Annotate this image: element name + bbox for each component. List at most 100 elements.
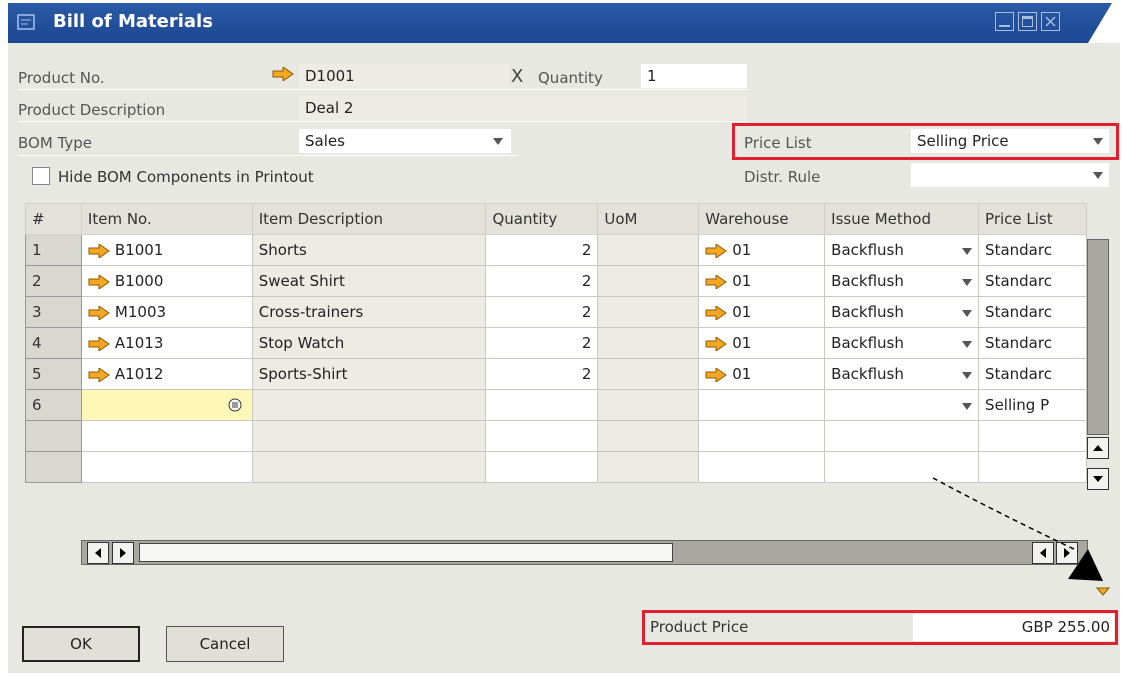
dropdown-icon[interactable]: [962, 341, 973, 348]
col-header-warehouse[interactable]: Warehouse: [698, 203, 826, 235]
table-row[interactable]: 3 M1003 Cross-trainers 2 01 Backflush Standarc: [25, 296, 1087, 328]
quantity-cell[interactable]: [485, 451, 599, 483]
warehouse-cell[interactable]: [698, 389, 826, 421]
dropdown-icon[interactable]: [962, 310, 973, 317]
uom-cell[interactable]: [597, 451, 700, 483]
scroll-left-icon[interactable]: [87, 542, 109, 564]
item-no-cell[interactable]: A1012: [80, 358, 253, 390]
row-number[interactable]: 3: [25, 296, 82, 328]
col-header-uom[interactable]: UoM: [597, 203, 700, 235]
warehouse-cell[interactable]: 01: [698, 358, 826, 390]
dropdown-icon[interactable]: [1093, 172, 1103, 179]
item-no-cell[interactable]: A1013: [80, 327, 253, 359]
warehouse-cell[interactable]: 01: [698, 327, 826, 359]
warehouse-cell[interactable]: [698, 451, 826, 483]
scroll-right-icon[interactable]: [112, 542, 134, 564]
link-arrow-icon[interactable]: [88, 335, 110, 352]
row-number[interactable]: [25, 451, 82, 483]
row-number[interactable]: [25, 420, 82, 452]
quantity-cell[interactable]: 2: [485, 296, 599, 328]
table-row[interactable]: 6 Selling P: [25, 389, 1087, 421]
price-list-cell[interactable]: Standarc: [978, 296, 1087, 328]
link-arrow-icon[interactable]: [705, 335, 728, 352]
quantity-cell[interactable]: 2: [485, 358, 599, 390]
dropdown-icon[interactable]: [493, 138, 503, 145]
link-arrow-icon[interactable]: [88, 366, 110, 383]
link-arrow-icon[interactable]: [705, 304, 728, 321]
uom-cell[interactable]: [597, 327, 700, 359]
item-description-cell[interactable]: Sports-Shirt: [251, 358, 487, 390]
maximize-icon[interactable]: [1018, 12, 1037, 31]
dropdown-icon[interactable]: [962, 403, 973, 410]
uom-cell[interactable]: [597, 296, 700, 328]
issue-method-cell[interactable]: Backflush: [824, 296, 980, 328]
row-number[interactable]: 1: [25, 234, 82, 266]
hide-bom-checkbox[interactable]: [32, 167, 50, 185]
row-number[interactable]: 4: [25, 327, 82, 359]
warehouse-cell[interactable]: 01: [698, 265, 826, 297]
row-number[interactable]: 6: [25, 389, 82, 421]
issue-method-cell[interactable]: Backflush: [824, 327, 980, 359]
dropdown-icon[interactable]: [962, 248, 973, 255]
quantity-cell[interactable]: 2: [485, 327, 599, 359]
issue-method-cell[interactable]: Backflush: [824, 234, 980, 266]
warehouse-cell[interactable]: 01: [698, 296, 826, 328]
col-header-issue-method[interactable]: Issue Method: [824, 203, 980, 235]
col-header-item-no[interactable]: Item No.: [80, 203, 253, 235]
link-arrow-icon[interactable]: [705, 242, 728, 259]
quantity-cell[interactable]: [485, 420, 599, 452]
vertical-scroll-track[interactable]: [1087, 239, 1109, 435]
uom-cell[interactable]: [597, 358, 700, 390]
bom-type-select[interactable]: Sales: [299, 129, 511, 153]
item-description-cell[interactable]: Shorts: [251, 234, 487, 266]
table-row[interactable]: 4 A1013 Stop Watch 2 01 Backflush Standarc: [25, 327, 1087, 359]
item-no-cell[interactable]: B1001: [80, 234, 253, 266]
item-description-cell[interactable]: Sweat Shirt: [251, 265, 487, 297]
dropdown-icon[interactable]: [962, 279, 973, 286]
price-list-cell[interactable]: Standarc: [978, 358, 1087, 390]
col-header-price-list[interactable]: Price List: [978, 203, 1087, 235]
table-row[interactable]: 2 B1000 Sweat Shirt 2 01 Backflush Standarc: [25, 265, 1087, 297]
col-header-item-description[interactable]: Item Description: [251, 203, 487, 235]
warehouse-cell[interactable]: 01: [698, 234, 826, 266]
uom-cell[interactable]: [597, 420, 700, 452]
quantity-cell[interactable]: 2: [485, 265, 599, 297]
list-choose-icon[interactable]: [228, 398, 242, 412]
price-list-cell[interactable]: Selling P: [978, 389, 1087, 421]
title-bar[interactable]: Bill of Materials: [8, 3, 1120, 43]
item-no-cell[interactable]: [80, 420, 253, 452]
product-no-field[interactable]: D1001: [299, 64, 509, 88]
link-arrow-icon[interactable]: [272, 67, 294, 81]
issue-method-cell[interactable]: Backflush: [824, 358, 980, 390]
link-arrow-icon[interactable]: [705, 273, 728, 290]
scroll-up-icon[interactable]: [1087, 437, 1109, 459]
vertical-scrollbar[interactable]: [1087, 239, 1109, 499]
issue-method-cell[interactable]: [824, 420, 980, 452]
uom-cell[interactable]: [597, 234, 700, 266]
row-number[interactable]: 5: [25, 358, 82, 390]
close-icon[interactable]: [1041, 12, 1060, 31]
item-description-cell[interactable]: [251, 451, 487, 483]
price-list-cell[interactable]: Standarc: [978, 234, 1087, 266]
issue-method-cell[interactable]: [824, 389, 980, 421]
table-row[interactable]: [25, 420, 1087, 452]
minimize-icon[interactable]: [995, 12, 1014, 31]
quantity-field[interactable]: 1: [641, 64, 747, 88]
item-no-cell[interactable]: B1000: [80, 265, 253, 297]
quantity-cell[interactable]: [485, 389, 599, 421]
dropdown-icon[interactable]: [962, 372, 973, 379]
uom-cell[interactable]: [597, 389, 700, 421]
item-description-cell[interactable]: Stop Watch: [251, 327, 487, 359]
price-list-cell[interactable]: Standarc: [978, 327, 1087, 359]
item-description-cell[interactable]: [251, 420, 487, 452]
ok-button[interactable]: OK: [22, 626, 140, 662]
uom-cell[interactable]: [597, 265, 700, 297]
item-no-cell[interactable]: [80, 389, 253, 421]
table-row[interactable]: 5 A1012 Sports-Shirt 2 01 Backflush Standarc: [25, 358, 1087, 390]
row-number[interactable]: 2: [25, 265, 82, 297]
item-no-cell[interactable]: M1003: [80, 296, 253, 328]
distr-rule-select[interactable]: [911, 163, 1109, 187]
expand-arrow-icon[interactable]: [1096, 587, 1110, 596]
quantity-cell[interactable]: 2: [485, 234, 599, 266]
col-header-number[interactable]: #: [25, 203, 82, 235]
